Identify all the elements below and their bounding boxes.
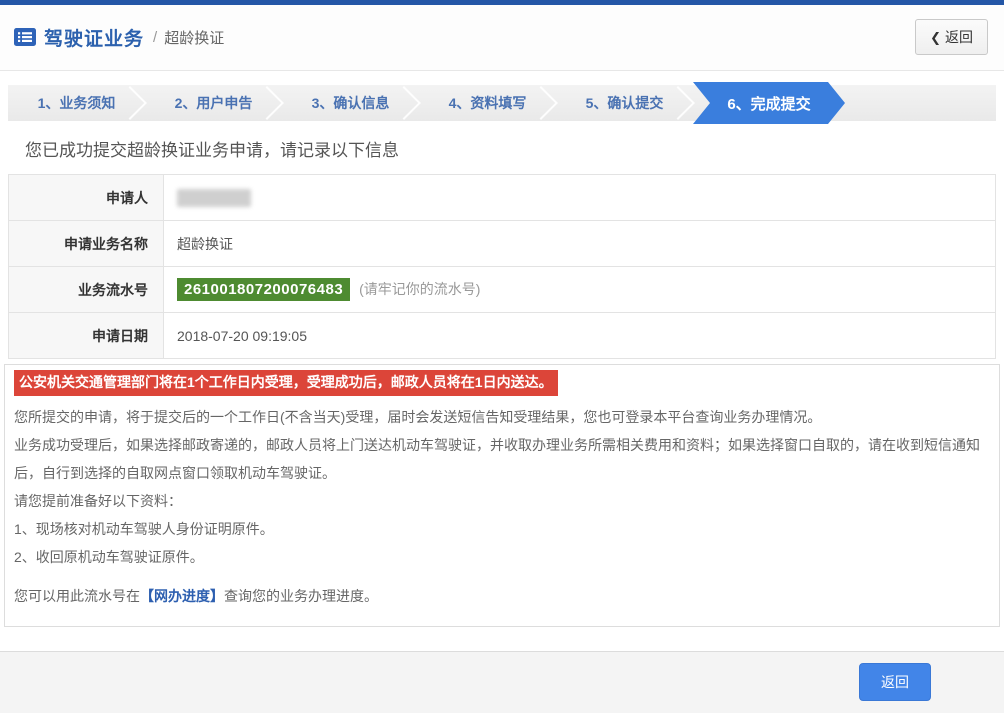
back-button-top-label: 返回 (945, 29, 973, 45)
row-label: 申请人 (8, 174, 164, 221)
notice-paragraph: 2、收回原机动车驾驶证原件。 (14, 548, 204, 565)
back-button-top[interactable]: ❮ 返回 (915, 19, 988, 55)
notice-paragraph: 业务成功受理后，如果选择邮政寄递的，邮政人员将上门送达机动车驾驶证，并收取办理业… (14, 436, 980, 481)
page-header: 驾驶证业务 / 超龄换证 ❮ 返回 (0, 5, 1004, 71)
step-2-user-declaration: 2、用户申告 (145, 85, 282, 121)
step-label: 6、完成提交 (727, 95, 811, 113)
page-subtitle: 超龄换证 (164, 29, 225, 47)
table-row-business-name: 申请业务名称 超龄换证 (8, 220, 996, 267)
table-row-serial-number: 业务流水号 261001807200076483 (请牢记你的流水号) (8, 266, 996, 313)
row-label: 申请日期 (8, 312, 164, 359)
row-label: 申请业务名称 (8, 220, 164, 267)
row-label: 业务流水号 (8, 266, 164, 313)
step-5-confirm-submit: 5、确认提交 (556, 85, 693, 121)
notice-box: 公安机关交通管理部门将在1个工作日内受理，受理成功后，邮政人员将在1日内送达。 … (4, 364, 1000, 627)
redacted-applicant-name (177, 188, 251, 207)
row-value (163, 174, 996, 221)
alert-banner: 公安机关交通管理部门将在1个工作日内受理，受理成功后，邮政人员将在1日内送达。 (14, 370, 558, 396)
page-title: 驾驶证业务 (44, 28, 145, 50)
application-info-table: 申请人 申请业务名称 超龄换证 业务流水号 261001807200076483… (8, 174, 996, 359)
row-value: 261001807200076483 (请牢记你的流水号) (163, 266, 996, 313)
step-label: 2、用户申告 (174, 95, 253, 111)
step-3-confirm-info: 3、确认信息 (282, 85, 419, 121)
online-progress-link[interactable]: 【网办进度】 (140, 588, 224, 604)
step-label: 4、资料填写 (448, 95, 527, 111)
step-6-submit-complete-active: 6、完成提交 (693, 82, 845, 124)
breadcrumb-divider: / (153, 28, 158, 46)
table-row-apply-date: 申请日期 2018-07-20 09:19:05 (8, 312, 996, 359)
row-value: 超龄换证 (163, 220, 996, 267)
notice-paragraph: 1、现场核对机动车驾驶人身份证明原件。 (14, 520, 274, 537)
serial-number-badge: 261001807200076483 (177, 278, 351, 301)
steps-filler (845, 85, 996, 121)
row-value: 2018-07-20 09:19:05 (163, 312, 996, 359)
table-row-applicant: 申请人 (8, 174, 996, 221)
progress-steps: 1、业务须知 2、用户申告 3、确认信息 4、资料填写 5、确认提交 6、完成提… (8, 85, 996, 121)
step-label: 5、确认提交 (585, 95, 664, 111)
page-footer: 返回 (0, 650, 1004, 713)
progress-line-prefix: 您可以用此流水号在 (14, 587, 140, 604)
progress-query-line: 您可以用此流水号在【网办进度】查询您的业务办理进度。 (14, 582, 990, 610)
step-1-business-notice: 1、业务须知 (8, 85, 145, 121)
back-button-bottom[interactable]: 返回 (859, 663, 931, 702)
step-4-fill-materials: 4、资料填写 (419, 85, 556, 121)
step-label: 1、业务须知 (37, 95, 116, 111)
serial-number-note: (请牢记你的流水号) (359, 281, 481, 297)
progress-line-suffix: 查询您的业务办理进度。 (224, 587, 378, 604)
chevron-left-icon: ❮ (930, 30, 941, 45)
breadcrumb: 驾驶证业务 / 超龄换证 (14, 24, 224, 51)
success-heading: 您已成功提交超龄换证业务申请，请记录以下信息 (25, 141, 399, 160)
notice-paragraph: 您所提交的申请，将于提交后的一个工作日(不含当天)受理，届时会发送短信告知受理结… (14, 408, 822, 425)
step-label: 3、确认信息 (311, 95, 390, 111)
notice-text: 您所提交的申请，将于提交后的一个工作日(不含当天)受理，届时会发送短信告知受理结… (14, 403, 990, 610)
notice-paragraph: 请您提前准备好以下资料： (14, 492, 182, 509)
list-icon (14, 28, 36, 46)
